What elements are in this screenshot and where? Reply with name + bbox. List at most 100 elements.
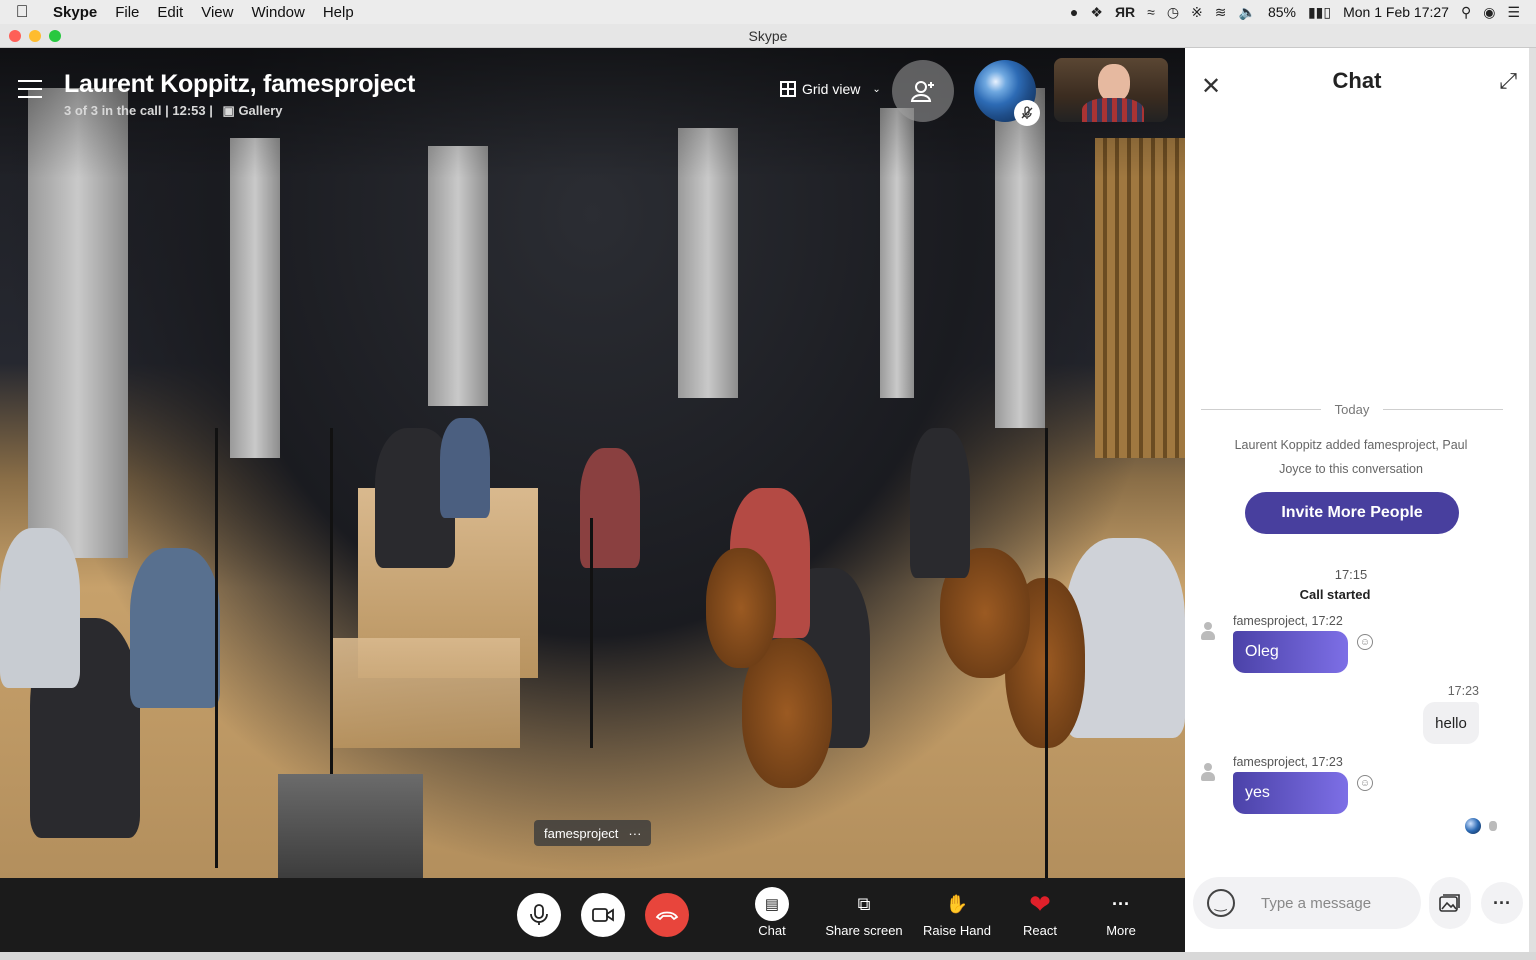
menu-icon[interactable] (18, 80, 42, 104)
add-person-icon (910, 81, 934, 102)
react-control[interactable]: ❤ React (995, 888, 1085, 939)
view-mode-label[interactable]: Gallery (238, 103, 282, 118)
chat-title: Chat (1332, 68, 1382, 93)
invite-more-people-button[interactable]: Invite More People (1245, 492, 1459, 534)
list-icon[interactable]: ☰ (1507, 4, 1520, 21)
call-header: Laurent Koppitz, famesproject 3 of 3 in … (18, 70, 415, 119)
wifi-icon[interactable]: ≋ (1215, 4, 1227, 21)
zoom-window-button[interactable] (49, 30, 61, 42)
chevron-down-icon: ⌄ (872, 83, 881, 95)
ellipsis-icon: ··· (1112, 893, 1130, 914)
volume-icon[interactable]: 🔈 (1239, 4, 1256, 21)
window-title: Skype (748, 27, 788, 44)
siri-icon[interactable]: ◉ (1483, 4, 1495, 21)
bluetooth-icon[interactable]: ※ (1191, 4, 1203, 21)
day-divider: Today (1201, 402, 1504, 417)
share-screen-control[interactable]: ⧉ Share screen (819, 888, 909, 939)
mute-button[interactable] (517, 893, 561, 937)
studio-pillar (230, 138, 280, 458)
menu-view[interactable]: View (192, 4, 242, 21)
more-label: More (1106, 923, 1136, 938)
mic-stand (590, 518, 593, 748)
minimize-window-button[interactable] (29, 30, 41, 42)
speaker-box (278, 774, 423, 878)
desktop-strip (0, 952, 1536, 960)
menu-edit[interactable]: Edit (148, 4, 192, 21)
window-titlebar: Skype (0, 24, 1536, 48)
message-bubble-incoming[interactable]: Oleg (1233, 631, 1348, 673)
chat-control[interactable]: ▤ Chat (727, 887, 817, 938)
grid-view-button[interactable]: Grid view ⌄ (780, 81, 881, 97)
read-receipt-person-icon (1489, 821, 1497, 831)
add-reaction-icon[interactable]: ☺ (1357, 775, 1373, 791)
expand-icon[interactable]: ⤢ (1499, 68, 1517, 94)
microphone-icon (530, 904, 548, 925)
apple-icon[interactable]:  (0, 2, 44, 22)
image-icon (1439, 894, 1460, 912)
mic-stand (215, 428, 218, 868)
bassist (910, 428, 970, 578)
more-options-button[interactable]: ··· (1481, 882, 1523, 924)
emoji-icon[interactable] (1207, 889, 1235, 917)
violinist (0, 528, 80, 688)
podium-base (330, 638, 520, 748)
share-screen-icon: ⧉ (857, 893, 871, 914)
chat-control-label: Chat (758, 923, 786, 938)
gallery-icon: ▣ (222, 103, 235, 118)
skype-tray-icon[interactable]: ● (1070, 4, 1078, 20)
raise-hand-control[interactable]: ✋ Raise Hand (912, 888, 1002, 939)
time-machine-icon[interactable]: ◷ (1167, 4, 1179, 21)
message-sender: famesproject, 17:22 (1233, 614, 1343, 628)
add-participant-button[interactable] (892, 60, 954, 122)
message-composer (1193, 877, 1421, 929)
participant-name-tag[interactable]: famesproject ··· (534, 820, 652, 846)
dropbox-icon[interactable]: ❖ (1090, 4, 1103, 21)
system-message: Laurent Koppitz added famesproject, Paul… (1234, 438, 1468, 476)
clock[interactable]: Mon 1 Feb 17:27 (1343, 4, 1449, 20)
violinist (130, 548, 220, 708)
camera-button[interactable] (581, 893, 625, 937)
end-call-button[interactable] (645, 893, 689, 937)
wifi-alt-icon[interactable]: ≈ (1147, 4, 1155, 20)
battery-icon[interactable]: ▮▮▯ (1308, 4, 1331, 21)
media-gallery-button[interactable] (1429, 877, 1471, 929)
day-divider-label: Today (1334, 402, 1370, 417)
call-controls-bar: ▤ Chat ⧉ Share screen ✋ Raise Hand ❤ Rea… (0, 878, 1185, 952)
more-options-icon[interactable]: ··· (628, 826, 641, 841)
cello (706, 548, 776, 668)
hang-up-icon (655, 911, 679, 921)
call-status: 3 of 3 in the call | 12:53 | (64, 103, 213, 118)
menu-window[interactable]: Window (242, 4, 313, 21)
video-camera-icon (592, 908, 614, 922)
call-started-label: Call started (1299, 587, 1371, 602)
menu-app-name[interactable]: Skype (44, 4, 106, 21)
menu-file[interactable]: File (106, 4, 148, 21)
message-sender: famesproject, 17:23 (1233, 755, 1343, 769)
menu-help[interactable]: Help (314, 4, 363, 21)
more-control[interactable]: ··· More (1076, 888, 1166, 939)
self-video-preview[interactable] (1054, 58, 1168, 122)
message-bubble-outgoing[interactable]: hello (1423, 702, 1479, 744)
readiris-icon[interactable]: ЯR (1115, 4, 1135, 20)
message-input[interactable] (1261, 894, 1411, 912)
react-label: React (1023, 923, 1057, 938)
participant-avatar[interactable] (974, 60, 1040, 126)
read-receipt-avatar (1465, 818, 1481, 834)
search-icon[interactable]: ⚲ (1461, 4, 1471, 21)
participant-name: famesproject (544, 825, 619, 841)
musician (440, 418, 490, 518)
close-window-button[interactable] (9, 30, 21, 42)
chat-bubble-icon: ▤ (755, 887, 789, 921)
grid-view-label: Grid view (802, 81, 861, 97)
add-reaction-icon[interactable]: ☺ (1357, 634, 1373, 650)
call-subtitle: 3 of 3 in the call | 12:53 | ▣ Gallery (64, 103, 415, 119)
message-time: 17:23 (1447, 684, 1479, 698)
sender-avatar-icon (1201, 763, 1215, 781)
message-bubble-incoming[interactable]: yes (1233, 772, 1348, 814)
grid-icon (780, 81, 796, 97)
raise-hand-label: Raise Hand (923, 923, 991, 938)
heart-icon: ❤ (1029, 888, 1051, 919)
mic-off-icon (1014, 100, 1040, 126)
read-receipts (1465, 818, 1497, 834)
wood-wall (1095, 138, 1185, 458)
